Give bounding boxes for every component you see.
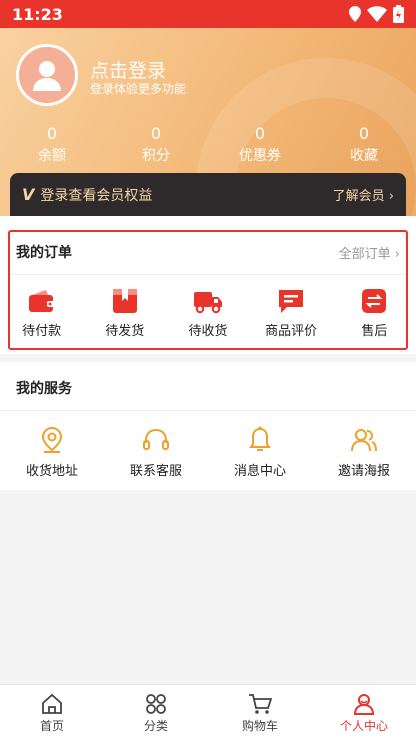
headset-icon <box>104 424 208 456</box>
battery-icon <box>393 5 404 23</box>
stat-value: 0 <box>46 124 58 143</box>
truck-icon <box>166 284 249 318</box>
stat-label: 优惠券 <box>239 148 281 164</box>
orders-title: 我的订单 <box>16 245 72 261</box>
tab-label: 购物车 <box>241 719 278 733</box>
chevron-right-icon: › <box>394 246 400 262</box>
avatar[interactable] <box>16 44 78 106</box>
tab-label: 首页 <box>39 719 64 733</box>
profile-header: 点击登录 登录体验更多功能 0 余额 0 积分 0 优惠券 0 收藏 V 登录查… <box>0 28 416 216</box>
stat-favorites[interactable]: 0 收藏 <box>312 124 416 165</box>
order-label: 待收货 <box>188 324 228 339</box>
grid-icon <box>104 693 208 715</box>
wallet-icon <box>0 284 83 318</box>
vip-banner[interactable]: V 登录查看会员权益 了解会员 › <box>10 173 406 216</box>
tab-home[interactable]: 首页 <box>0 685 104 740</box>
stat-coupons[interactable]: 0 优惠券 <box>208 124 312 165</box>
order-pending-shipment[interactable]: 待发货 <box>83 284 166 339</box>
exchange-icon <box>333 284 416 318</box>
location-icon <box>0 424 104 456</box>
stat-label: 收藏 <box>350 148 378 164</box>
order-label: 待付款 <box>22 324 62 339</box>
stat-value: 0 <box>150 124 162 143</box>
stat-value: 0 <box>358 124 370 143</box>
vip-link[interactable]: 了解会员 <box>333 189 385 204</box>
login-title[interactable]: 点击登录 <box>90 56 166 83</box>
comment-icon <box>250 284 333 318</box>
tab-cart[interactable]: 购物车 <box>208 685 312 740</box>
stat-points[interactable]: 0 积分 <box>104 124 208 165</box>
service-label: 消息中心 <box>233 464 286 479</box>
services-title: 我的服务 <box>16 381 72 397</box>
status-bar: 11:23 <box>0 0 416 28</box>
service-invite-poster[interactable]: 邀请海报 <box>312 424 416 479</box>
all-orders-link[interactable]: 全部订单 › <box>339 243 400 262</box>
service-messages[interactable]: 消息中心 <box>208 424 312 479</box>
stat-balance[interactable]: 0 余额 <box>0 124 104 165</box>
order-pending-receipt[interactable]: 待收货 <box>166 284 249 339</box>
default-avatar-icon <box>33 61 61 91</box>
package-icon <box>83 284 166 318</box>
bell-icon <box>208 424 312 456</box>
users-icon <box>312 424 416 456</box>
status-time: 11:23 <box>12 4 63 24</box>
order-label: 待发货 <box>105 324 145 339</box>
stat-label: 积分 <box>142 148 170 164</box>
divider <box>0 410 416 411</box>
system-icons <box>349 5 404 23</box>
order-label: 商品评价 <box>265 324 318 339</box>
chevron-right-icon: › <box>388 189 394 204</box>
user-icon <box>312 693 416 715</box>
stat-value: 0 <box>254 124 266 143</box>
divider <box>10 274 406 275</box>
service-label: 收货地址 <box>25 464 78 479</box>
service-label: 邀请海报 <box>337 464 390 479</box>
services-section: 我的服务 收货地址 联系客服 消息中心 邀请海报 <box>0 362 416 490</box>
location-status-icon <box>349 6 361 22</box>
order-after-sales[interactable]: 售后 <box>333 284 416 339</box>
tab-bar: 首页 分类 购物车 个人中心 <box>0 684 416 740</box>
tab-category[interactable]: 分类 <box>104 685 208 740</box>
service-address[interactable]: 收货地址 <box>0 424 104 479</box>
order-review[interactable]: 商品评价 <box>250 284 333 339</box>
tab-label: 个人中心 <box>339 719 388 733</box>
home-icon <box>0 693 104 715</box>
order-pending-payment[interactable]: 待付款 <box>0 284 83 339</box>
vip-text: 登录查看会员权益 <box>40 187 153 204</box>
order-label: 售后 <box>361 324 388 339</box>
orders-section: 我的订单 全部订单 › 待付款 待发货 待收货 商品评价 售后 <box>0 216 416 354</box>
tab-profile[interactable]: 个人中心 <box>312 685 416 740</box>
wifi-icon <box>367 6 387 22</box>
login-subtitle: 登录体验更多功能 <box>90 82 187 96</box>
service-label: 联系客服 <box>129 464 182 479</box>
vip-badge: V <box>22 185 35 204</box>
stats-row: 0 余额 0 积分 0 优惠券 0 收藏 <box>0 124 416 165</box>
stat-label: 余额 <box>38 148 66 164</box>
tab-label: 分类 <box>143 719 168 733</box>
service-support[interactable]: 联系客服 <box>104 424 208 479</box>
cart-icon <box>208 693 312 715</box>
